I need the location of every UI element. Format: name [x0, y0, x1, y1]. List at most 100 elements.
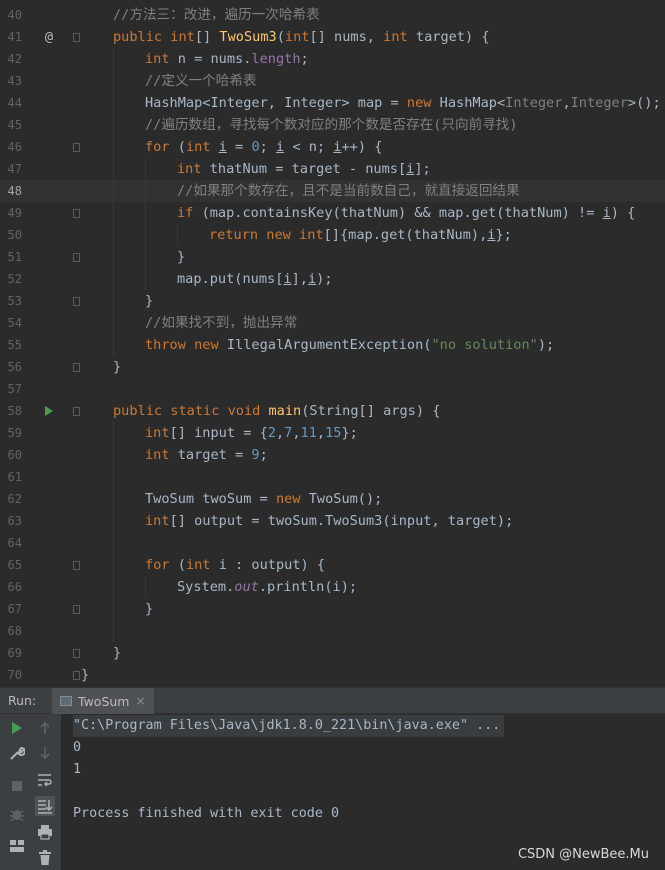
line-number: 65 — [7, 558, 22, 572]
fold-icon[interactable] — [73, 143, 80, 152]
code-line[interactable]: 46 for (int i = 0; i < n; i++) { — [0, 136, 665, 158]
indent-guide — [113, 268, 114, 290]
line-number: 62 — [7, 492, 22, 506]
line-number: 63 — [7, 514, 22, 528]
code-line[interactable]: 53} — [0, 290, 665, 312]
fold-icon[interactable] — [73, 33, 80, 42]
fold-icon[interactable] — [73, 209, 80, 218]
fold-icon[interactable] — [73, 649, 80, 658]
fold-icon[interactable] — [73, 605, 80, 614]
code-editor[interactable]: 40 //方法三：改进，遍历一次哈希表 41 @ public int[] TwoSum… — [0, 0, 665, 687]
indent-guide — [113, 114, 114, 136]
fold-icon[interactable] — [73, 297, 80, 306]
code-line[interactable]: 43 //定义一个哈希表 — [0, 70, 665, 92]
indent-guide — [113, 290, 114, 312]
indent-guide — [113, 510, 114, 532]
code-line[interactable]: 47 int thatNum = target - nums[i]; — [0, 158, 665, 180]
code-line[interactable]: 65 for (int i : output) { — [0, 554, 665, 576]
code-text: } — [177, 249, 186, 265]
scroll-to-end-icon[interactable] — [35, 796, 55, 816]
fold-icon[interactable] — [73, 407, 80, 416]
print-icon[interactable] — [35, 822, 55, 842]
indent-guide — [113, 334, 114, 356]
line-number: 52 — [7, 272, 22, 286]
line-number: 70 — [7, 668, 22, 682]
code-text: } — [145, 601, 154, 617]
code-line[interactable]: 59 int[] input = {2,7,11,15}; — [0, 422, 665, 444]
arrow-up-icon[interactable] — [35, 718, 55, 738]
run-tab-twosum[interactable]: TwoSum × — [52, 688, 154, 714]
code-line[interactable]: 58 public static void main(String[] args)… — [0, 400, 665, 422]
fold-icon[interactable] — [73, 561, 80, 570]
fold-icon[interactable] — [73, 671, 80, 680]
code-text: //定义一个哈希表 — [145, 73, 257, 89]
line-number: 50 — [7, 228, 22, 242]
code-text: int n = nums.length; — [145, 51, 309, 67]
code-text: for (int i = 0; i < n; i++) { — [145, 139, 383, 155]
code-line[interactable]: 48 //如果那个数存在，且不是当前数自己，就直接返回结果 — [0, 180, 665, 202]
arrow-down-icon[interactable] — [35, 743, 55, 763]
code-line[interactable]: 54 //如果找不到，抛出异常 — [0, 312, 665, 334]
code-line[interactable]: 64 — [0, 532, 665, 554]
code-line[interactable]: 63 int[] output = twoSum.TwoSum3(input, t… — [0, 510, 665, 532]
code-text: public int[] TwoSum3(int[] nums, int tar… — [113, 29, 490, 45]
line-number: 43 — [7, 74, 22, 88]
line-number: 61 — [7, 470, 22, 484]
console-tab-icon — [60, 696, 72, 706]
trash-icon[interactable] — [35, 848, 55, 868]
code-line[interactable]: 55 throw new IllegalArgumentException("no… — [0, 334, 665, 356]
line-number: 56 — [7, 360, 22, 374]
close-tab-icon[interactable]: × — [135, 694, 145, 708]
indent-guide — [145, 224, 146, 246]
code-line[interactable]: 70} — [0, 664, 665, 686]
code-text: int[] output = twoSum.TwoSum3(input, tar… — [145, 513, 514, 529]
code-line[interactable]: 49 if (map.containsKey(thatNum) && map.ge… — [0, 202, 665, 224]
code-line[interactable]: 57 — [0, 378, 665, 400]
code-line[interactable]: 66 System.out.println(i); — [0, 576, 665, 598]
rerun-icon[interactable] — [7, 718, 27, 738]
code-line[interactable]: 50 return new int[]{map.get(thatNum),i}; — [0, 224, 665, 246]
fold-icon[interactable] — [73, 363, 80, 372]
code-line[interactable]: 44 HashMap<Integer, Integer> map = new Ha… — [0, 92, 665, 114]
override-marker-icon[interactable]: @ — [40, 26, 58, 48]
line-number: 40 — [7, 8, 22, 22]
code-line[interactable]: 51} — [0, 246, 665, 268]
line-number: 41 — [7, 30, 22, 44]
code-text: } — [81, 667, 90, 683]
code-line[interactable]: 60 int target = 9; — [0, 444, 665, 466]
stop-icon[interactable] — [7, 776, 27, 796]
run-tab-label: TwoSum — [78, 693, 130, 709]
line-number: 57 — [7, 382, 22, 396]
indent-guide — [145, 576, 146, 598]
code-line[interactable]: 42 int n = nums.length; — [0, 48, 665, 70]
line-number: 44 — [7, 96, 22, 110]
code-text: } — [145, 293, 154, 309]
run-gutter-icon[interactable] — [40, 400, 58, 422]
code-line[interactable]: 69} — [0, 642, 665, 664]
line-number: 53 — [7, 294, 22, 308]
code-line[interactable]: 40 //方法三：改进，遍历一次哈希表 — [0, 4, 665, 26]
code-text: return new int[]{map.get(thatNum),i}; — [209, 227, 512, 243]
indent-guide — [113, 92, 114, 114]
line-number: 64 — [7, 536, 22, 550]
code-line[interactable]: 62 TwoSum twoSum = new TwoSum(); — [0, 488, 665, 510]
indent-guide — [113, 444, 114, 466]
code-line[interactable]: 45 //遍历数组，寻找每个数对应的那个数是否存在(只向前寻找) — [0, 114, 665, 136]
code-line[interactable]: 67} — [0, 598, 665, 620]
code-line[interactable]: 56} — [0, 356, 665, 378]
code-line[interactable]: 52 map.put(nums[i],i); — [0, 268, 665, 290]
wrench-icon[interactable] — [7, 743, 27, 763]
code-line[interactable]: 41 @ public int[] TwoSum3(int[] nums, int … — [0, 26, 665, 48]
indent-guide — [113, 576, 114, 598]
code-line[interactable]: 68 — [0, 620, 665, 642]
soft-wrap-icon[interactable] — [35, 770, 55, 790]
indent-guide — [113, 620, 114, 642]
indent-guide — [113, 422, 114, 444]
code-line[interactable]: 61 — [0, 466, 665, 488]
fold-icon[interactable] — [73, 253, 80, 262]
debug-icon[interactable] — [7, 804, 27, 824]
layout-icon[interactable] — [7, 836, 27, 856]
code-text: TwoSum twoSum = new TwoSum(); — [145, 491, 383, 507]
line-number: 46 — [7, 140, 22, 154]
code-text: int[] input = {2,7,11,15}; — [145, 425, 358, 441]
